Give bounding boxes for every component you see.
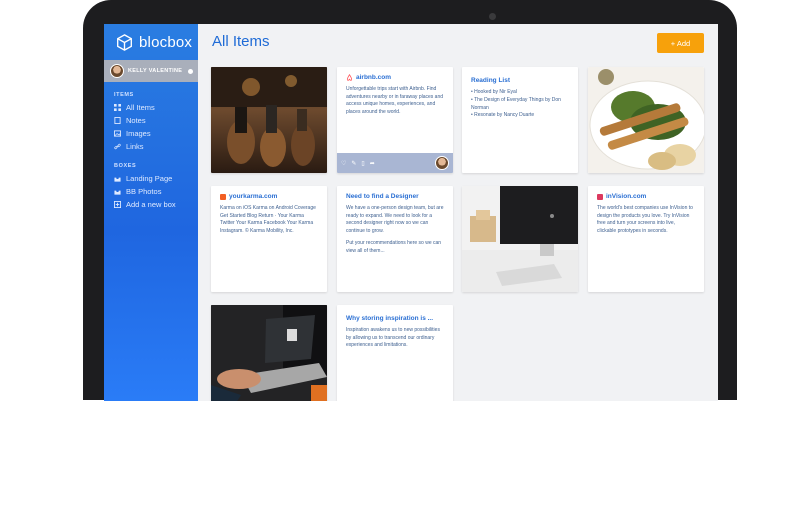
- share-icon[interactable]: ➦: [370, 160, 375, 167]
- sidebar: blocbox KELLY VALENTINE ITEMS All Items …: [104, 24, 198, 401]
- card-title-text: airbnb.com: [356, 74, 392, 81]
- sidebar-item-notes[interactable]: Notes: [104, 114, 198, 127]
- sidebar-item-all-items[interactable]: All Items: [104, 101, 198, 114]
- card-body: We have a one-person design team, but ar…: [346, 205, 444, 234]
- card-title[interactable]: airbnb.com: [346, 74, 444, 81]
- card-title-text: yourkarma.com: [229, 193, 278, 200]
- karma-icon: [220, 193, 226, 200]
- logo[interactable]: blocbox: [104, 24, 198, 60]
- link-card-yourkarma[interactable]: yourkarma.com Karma on iOS Karma on Andr…: [211, 186, 327, 292]
- avatar[interactable]: [435, 156, 449, 170]
- food-photo: [588, 67, 704, 173]
- card-title[interactable]: inVision.com: [597, 193, 695, 200]
- edit-icon[interactable]: ✎: [351, 160, 356, 167]
- note-icon: [114, 117, 121, 124]
- sidebar-item-landing-page[interactable]: Landing Page: [104, 172, 198, 185]
- link-card-airbnb[interactable]: airbnb.com Unforgettable trips start wit…: [337, 67, 453, 173]
- card-body: Karma on iOS Karma on Android Coverage G…: [220, 205, 316, 234]
- avatar: [110, 64, 124, 78]
- card-title[interactable]: yourkarma.com: [220, 193, 318, 200]
- sidebar-item-images[interactable]: Images: [104, 127, 198, 140]
- trash-icon[interactable]: ▯: [361, 160, 364, 167]
- image-icon: [114, 130, 121, 137]
- app-name: blocbox: [139, 33, 193, 51]
- box-icon: [114, 190, 121, 195]
- card-body: The world's best companies use InVision …: [597, 205, 693, 234]
- link-card-invision[interactable]: inVision.com The world's best companies …: [588, 186, 704, 292]
- note-card-designer[interactable]: Need to find a Designer We have a one-pe…: [337, 186, 453, 292]
- user-menu-caret-icon[interactable]: [188, 68, 194, 74]
- user-name: KELLY VALENTINE: [128, 68, 183, 74]
- list-item: • Hooked by Nir Eyal: [471, 89, 517, 95]
- desk-photo-illustration: [462, 186, 578, 292]
- card-title[interactable]: Why storing inspiration is ...: [346, 315, 444, 322]
- bar-photo: [211, 67, 327, 173]
- image-card-laptop[interactable]: [211, 305, 327, 401]
- note-card-reading-list[interactable]: Reading List • Hooked by Nir Eyal • The …: [462, 67, 578, 173]
- food-photo-illustration: [588, 67, 704, 173]
- card-body: Put your recommendations here so we can …: [346, 240, 442, 254]
- image-card-bar[interactable]: [211, 67, 327, 173]
- list-item: • The Design of Everyday Things by Don N…: [471, 96, 561, 111]
- boxes-section-title: BOXES: [114, 163, 137, 169]
- page-title: All Items: [212, 33, 270, 50]
- grid-icon: [114, 104, 121, 111]
- card-body: Inspiration awakens us to new possibilit…: [346, 327, 440, 348]
- desk-photo: [462, 186, 578, 292]
- camera-icon: [489, 13, 496, 20]
- card-title-text: inVision.com: [606, 193, 647, 200]
- sidebar-item-label: BB Photos: [126, 187, 162, 196]
- sidebar-item-label: Links: [126, 142, 144, 151]
- note-card-inspiration[interactable]: Why storing inspiration is ... Inspirati…: [337, 305, 453, 401]
- laptop-photo: [211, 305, 327, 401]
- card-title[interactable]: Need to find a Designer: [346, 193, 444, 200]
- sidebar-item-add-box[interactable]: Add a new box: [104, 198, 198, 211]
- plus-square-icon: [114, 201, 121, 208]
- sidebar-item-label: Images: [126, 129, 151, 138]
- main-content: All Items + Add airbnb.com Unforgettable…: [198, 24, 718, 401]
- sidebar-item-label: All Items: [126, 103, 155, 112]
- items-section-title: ITEMS: [114, 92, 134, 98]
- card-title[interactable]: Reading List: [471, 77, 569, 84]
- link-icon: [114, 143, 121, 150]
- sidebar-item-label: Notes: [126, 116, 146, 125]
- box-icon: [114, 177, 121, 182]
- sidebar-item-label: Landing Page: [126, 174, 173, 183]
- bar-photo-illustration: [211, 67, 327, 167]
- user-menu[interactable]: KELLY VALENTINE: [104, 60, 198, 82]
- invision-icon: [597, 193, 603, 200]
- add-button[interactable]: + Add: [657, 33, 704, 53]
- sidebar-item-label: Add a new box: [126, 200, 176, 209]
- cube-logo-icon: [117, 33, 132, 51]
- image-card-desk[interactable]: [462, 186, 578, 292]
- sidebar-item-links[interactable]: Links: [104, 140, 198, 153]
- laptop-photo-illustration: [211, 305, 327, 401]
- image-card-food[interactable]: [588, 67, 704, 173]
- heart-icon[interactable]: ♡: [341, 160, 346, 167]
- sidebar-item-bb-photos[interactable]: BB Photos: [104, 185, 198, 198]
- card-body: Unforgettable trips start with Airbnb. F…: [346, 86, 444, 115]
- app-screen: blocbox KELLY VALENTINE ITEMS All Items …: [104, 24, 718, 401]
- list-item: • Resonate by Nancy Duarte: [471, 112, 535, 119]
- airbnb-icon: [346, 74, 353, 81]
